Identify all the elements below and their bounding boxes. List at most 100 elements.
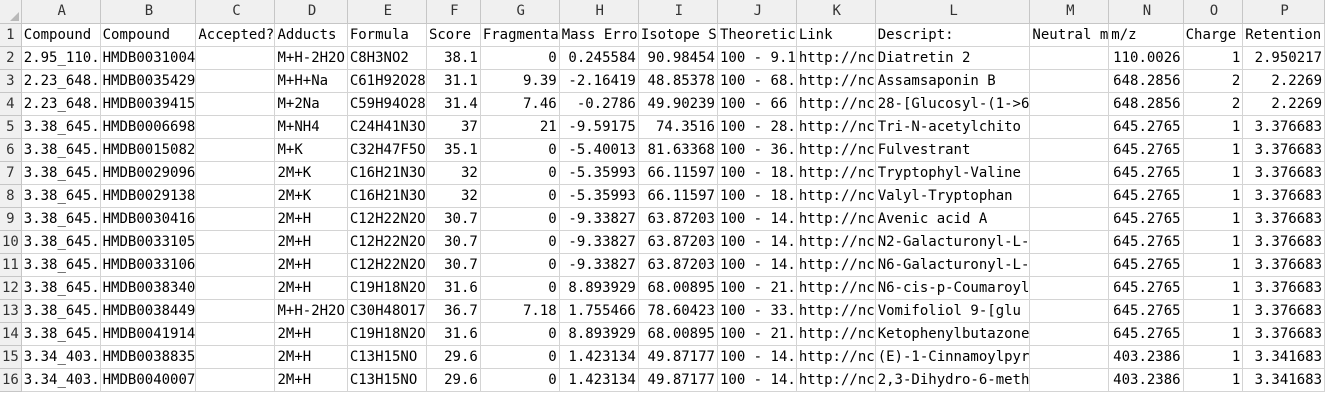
cell-h13[interactable]: 1.755466 <box>559 299 639 323</box>
row-header[interactable]: 8 <box>0 184 22 208</box>
cell-l8[interactable]: Valyl-Tryptophan <box>875 184 1031 208</box>
cell-o8[interactable]: 1 <box>1183 184 1244 208</box>
cell-p11[interactable]: 3.376683 <box>1242 253 1325 277</box>
cell-i10[interactable]: 63.87203 <box>638 230 718 254</box>
cell-b9[interactable]: HMDB0030416 <box>100 207 197 231</box>
cell-a11[interactable]: 3.38_645. <box>21 253 101 277</box>
cell-e15[interactable]: C13H15NO <box>347 345 427 369</box>
cell-a16[interactable]: 3.34_403. <box>21 368 101 392</box>
cell-g16[interactable]: 0 <box>480 368 560 392</box>
cell-g1[interactable]: Fragmenta <box>480 23 560 47</box>
cell-n13[interactable]: 645.2765 <box>1108 299 1184 323</box>
cell-m12[interactable] <box>1029 276 1110 300</box>
column-header-i[interactable]: I <box>638 0 718 24</box>
cell-n11[interactable]: 645.2765 <box>1108 253 1184 277</box>
cell-b6[interactable]: HMDB0015082 <box>100 138 197 162</box>
cell-l7[interactable]: Tryptophyl-Valine <box>875 161 1031 185</box>
cell-m3[interactable] <box>1029 69 1110 93</box>
cell-k1[interactable]: Link <box>796 23 876 47</box>
cell-m10[interactable] <box>1029 230 1110 254</box>
column-header-b[interactable]: B <box>100 0 197 24</box>
cell-h11[interactable]: -9.33827 <box>559 253 639 277</box>
cell-n8[interactable]: 645.2765 <box>1108 184 1184 208</box>
cell-e3[interactable]: C61H92O28 <box>347 69 427 93</box>
cell-p8[interactable]: 3.376683 <box>1242 184 1325 208</box>
cell-o15[interactable]: 1 <box>1183 345 1244 369</box>
cell-h2[interactable]: 0.245584 <box>559 46 639 70</box>
cell-n16[interactable]: 403.2386 <box>1108 368 1184 392</box>
cell-h12[interactable]: 8.893929 <box>559 276 639 300</box>
cell-o9[interactable]: 1 <box>1183 207 1244 231</box>
cell-h15[interactable]: 1.423134 <box>559 345 639 369</box>
cell-h9[interactable]: -9.33827 <box>559 207 639 231</box>
cell-h10[interactable]: -9.33827 <box>559 230 639 254</box>
cell-n3[interactable]: 648.2856 <box>1108 69 1184 93</box>
cell-c9[interactable] <box>195 207 276 231</box>
cell-l9[interactable]: Avenic acid A <box>875 207 1031 231</box>
cell-m8[interactable] <box>1029 184 1110 208</box>
cell-j6[interactable]: 100 - 36. <box>717 138 797 162</box>
cell-f1[interactable]: Score <box>426 23 481 47</box>
cell-h1[interactable]: Mass Erro <box>559 23 639 47</box>
cell-b13[interactable]: HMDB0038449 <box>100 299 197 323</box>
cell-d16[interactable]: 2M+H <box>274 368 348 392</box>
cell-b4[interactable]: HMDB0039415 <box>100 92 197 116</box>
cell-l1[interactable]: Descript: <box>875 23 1031 47</box>
cell-n6[interactable]: 645.2765 <box>1108 138 1184 162</box>
cell-d7[interactable]: 2M+K <box>274 161 348 185</box>
cell-j13[interactable]: 100 - 33. <box>717 299 797 323</box>
cell-k13[interactable]: http://nc <box>796 299 876 323</box>
cell-j15[interactable]: 100 - 14. <box>717 345 797 369</box>
row-header[interactable]: 16 <box>0 368 22 392</box>
cell-j5[interactable]: 100 - 28. <box>717 115 797 139</box>
cell-k8[interactable]: http://nc <box>796 184 876 208</box>
cell-e12[interactable]: C19H18N2O <box>347 276 427 300</box>
cell-l11[interactable]: N6-Galacturonyl-L- <box>875 253 1031 277</box>
cell-c16[interactable] <box>195 368 276 392</box>
column-header-m[interactable]: M <box>1029 0 1110 24</box>
cell-k15[interactable]: http://nc <box>796 345 876 369</box>
cell-p1[interactable]: Retention <box>1242 23 1325 47</box>
cell-b7[interactable]: HMDB0029096 <box>100 161 197 185</box>
cell-h16[interactable]: 1.423134 <box>559 368 639 392</box>
cell-i9[interactable]: 63.87203 <box>638 207 718 231</box>
cell-a3[interactable]: 2.23_648. <box>21 69 101 93</box>
cell-a5[interactable]: 3.38_645. <box>21 115 101 139</box>
cell-f7[interactable]: 32 <box>426 161 481 185</box>
cell-c12[interactable] <box>195 276 276 300</box>
cell-n7[interactable]: 645.2765 <box>1108 161 1184 185</box>
cell-g5[interactable]: 21 <box>480 115 560 139</box>
cell-d5[interactable]: M+NH4 <box>274 115 348 139</box>
cell-j7[interactable]: 100 - 18. <box>717 161 797 185</box>
cell-m16[interactable] <box>1029 368 1110 392</box>
cell-a2[interactable]: 2.95_110. <box>21 46 101 70</box>
cell-n15[interactable]: 403.2386 <box>1108 345 1184 369</box>
cell-i14[interactable]: 68.00895 <box>638 322 718 346</box>
cell-m1[interactable]: Neutral m <box>1029 23 1110 47</box>
cell-k16[interactable]: http://nc <box>796 368 876 392</box>
cell-g4[interactable]: 7.46 <box>480 92 560 116</box>
cell-o11[interactable]: 1 <box>1183 253 1244 277</box>
cell-e8[interactable]: C16H21N3O <box>347 184 427 208</box>
cell-e1[interactable]: Formula <box>347 23 427 47</box>
column-header-g[interactable]: G <box>480 0 560 24</box>
column-header-a[interactable]: A <box>21 0 101 24</box>
cell-p12[interactable]: 3.376683 <box>1242 276 1325 300</box>
cell-c3[interactable] <box>195 69 276 93</box>
cell-b8[interactable]: HMDB0029138 <box>100 184 197 208</box>
cell-c5[interactable] <box>195 115 276 139</box>
cell-o7[interactable]: 1 <box>1183 161 1244 185</box>
cell-d10[interactable]: 2M+H <box>274 230 348 254</box>
cell-f5[interactable]: 37 <box>426 115 481 139</box>
cell-a4[interactable]: 2.23_648. <box>21 92 101 116</box>
cell-p9[interactable]: 3.376683 <box>1242 207 1325 231</box>
cell-l4[interactable]: 28-[Glucosyl-(1->6 <box>875 92 1031 116</box>
cell-e5[interactable]: C24H41N3O <box>347 115 427 139</box>
row-header[interactable]: 2 <box>0 46 22 70</box>
cell-i15[interactable]: 49.87177 <box>638 345 718 369</box>
cell-h5[interactable]: -9.59175 <box>559 115 639 139</box>
column-header-p[interactable]: P <box>1242 0 1325 24</box>
cell-d4[interactable]: M+2Na <box>274 92 348 116</box>
cell-f9[interactable]: 30.7 <box>426 207 481 231</box>
cell-k4[interactable]: http://nc <box>796 92 876 116</box>
